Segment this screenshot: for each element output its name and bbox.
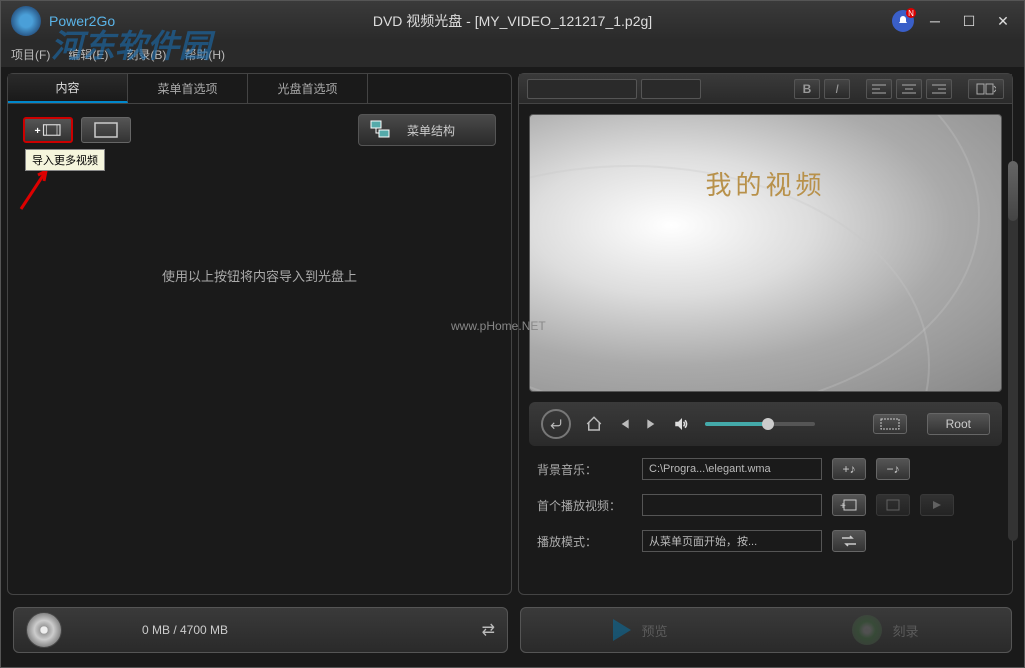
- play-mode-label: 播放模式：: [537, 533, 632, 550]
- align-center-button[interactable]: [896, 79, 922, 99]
- preview-title-text: 我的视频: [705, 165, 825, 202]
- vertical-scrollbar[interactable]: [1008, 161, 1018, 541]
- titlebar: Power2Go DVD 视频光盘 - [MY_VIDEO_121217_1.p…: [1, 1, 1024, 41]
- font-family-dropdown[interactable]: [527, 79, 637, 99]
- window-title: DVD 视频光盘 - [MY_VIDEO_121217_1.p2g]: [373, 11, 652, 31]
- root-button[interactable]: Root: [927, 413, 990, 435]
- app-window: Power2Go DVD 视频光盘 - [MY_VIDEO_121217_1.p…: [0, 0, 1025, 668]
- menu-structure-label: 菜单结构: [407, 122, 455, 139]
- play-mode-row: 播放模式： 从菜单页面开始，按...: [537, 530, 994, 552]
- right-panel: B I 我的视频 Root: [518, 73, 1013, 595]
- swap-icon[interactable]: ⇄: [482, 620, 495, 640]
- first-play-row: 首个播放视频： +: [537, 494, 994, 516]
- notification-bell-icon[interactable]: [892, 10, 914, 32]
- first-play-value[interactable]: [642, 494, 822, 516]
- menubar: 项目(F) 编辑(E) 刻录(B) 帮助(H): [1, 41, 1024, 67]
- blank-slide-button[interactable]: [81, 117, 131, 143]
- layout-options-button[interactable]: [968, 79, 1004, 99]
- home-button[interactable]: [585, 415, 603, 433]
- playback-controls: Root: [529, 402, 1002, 446]
- app-name: Power2Go: [49, 13, 115, 29]
- tab-menu-prefs[interactable]: 菜单首选项: [128, 74, 248, 103]
- menu-edit[interactable]: 编辑(E): [68, 46, 108, 63]
- play-mode-value[interactable]: 从菜单页面开始，按...: [642, 530, 822, 552]
- bold-button[interactable]: B: [794, 79, 820, 99]
- frame-select-button[interactable]: [873, 414, 907, 434]
- empty-state-hint: 使用以上按钮将内容导入到光盘上: [8, 266, 511, 285]
- font-size-dropdown[interactable]: [641, 79, 701, 99]
- preview-button[interactable]: 预览: [613, 619, 667, 641]
- close-button[interactable]: ✕: [990, 11, 1016, 31]
- disc-usage-text: 0 MB / 4700 MB: [142, 623, 228, 637]
- remove-music-button[interactable]: −♪: [876, 458, 910, 480]
- menu-help[interactable]: 帮助(H): [184, 46, 225, 63]
- next-track-button[interactable]: [645, 417, 659, 431]
- disc-icon: [26, 612, 62, 648]
- tab-disc-prefs[interactable]: 光盘首选项: [248, 74, 368, 103]
- menu-burn[interactable]: 刻录(B): [126, 46, 166, 63]
- volume-slider[interactable]: [705, 422, 815, 426]
- action-panel: 预览 刻录: [520, 607, 1012, 653]
- first-play-label: 首个播放视频：: [537, 497, 632, 514]
- minimize-button[interactable]: ─: [922, 11, 948, 31]
- burn-label: 刻录: [892, 621, 918, 640]
- svg-text:+: +: [840, 501, 846, 512]
- import-tooltip: 导入更多视频: [25, 149, 105, 171]
- bottom-bar: 0 MB / 4700 MB ⇄ 预览 刻录: [1, 601, 1024, 659]
- content-area: 内容 菜单首选项 光盘首选项 + 导入更多视频 菜单结构 使用以上按钮将内容导入…: [1, 67, 1024, 601]
- window-controls: ─ ☐ ✕: [892, 10, 1016, 32]
- burn-button[interactable]: 刻录: [852, 615, 918, 645]
- italic-button[interactable]: I: [824, 79, 850, 99]
- bg-music-value[interactable]: C:\Progra...\elegant.wma: [642, 458, 822, 480]
- menu-project[interactable]: 项目(F): [11, 46, 50, 63]
- volume-icon[interactable]: [673, 415, 691, 433]
- play-mode-options-button[interactable]: [832, 530, 866, 552]
- app-logo-icon: [11, 6, 41, 36]
- maximize-button[interactable]: ☐: [956, 11, 982, 31]
- import-video-button[interactable]: + 导入更多视频: [23, 117, 73, 143]
- remove-firstplay-button[interactable]: [876, 494, 910, 516]
- align-left-button[interactable]: [866, 79, 892, 99]
- tab-bar: 内容 菜单首选项 光盘首选项: [8, 74, 511, 104]
- svg-text:+: +: [35, 125, 41, 137]
- add-firstplay-button[interactable]: +: [832, 494, 866, 516]
- left-panel: 内容 菜单首选项 光盘首选项 + 导入更多视频 菜单结构 使用以上按钮将内容导入…: [7, 73, 512, 595]
- menu-structure-button[interactable]: 菜单结构: [358, 114, 496, 146]
- disc-usage-panel: 0 MB / 4700 MB ⇄: [13, 607, 508, 653]
- prev-track-button[interactable]: [617, 417, 631, 431]
- add-music-button[interactable]: +♪: [832, 458, 866, 480]
- content-toolbar: + 导入更多视频 菜单结构: [8, 104, 511, 156]
- format-toolbar: B I: [519, 74, 1012, 104]
- play-firstplay-button[interactable]: [920, 494, 954, 516]
- preview-label: 预览: [641, 621, 667, 640]
- enter-button[interactable]: [541, 409, 571, 439]
- align-right-button[interactable]: [926, 79, 952, 99]
- tab-content[interactable]: 内容: [8, 74, 128, 103]
- play-icon: [613, 619, 631, 641]
- menu-structure-icon: [369, 119, 397, 141]
- bg-music-label: 背景音乐：: [537, 461, 632, 478]
- menu-settings: 背景音乐： C:\Progra...\elegant.wma +♪ −♪ 首个播…: [519, 446, 1012, 564]
- menu-preview[interactable]: 我的视频: [529, 114, 1002, 392]
- bg-music-row: 背景音乐： C:\Progra...\elegant.wma +♪ −♪: [537, 458, 994, 480]
- burn-disc-icon: [852, 615, 882, 645]
